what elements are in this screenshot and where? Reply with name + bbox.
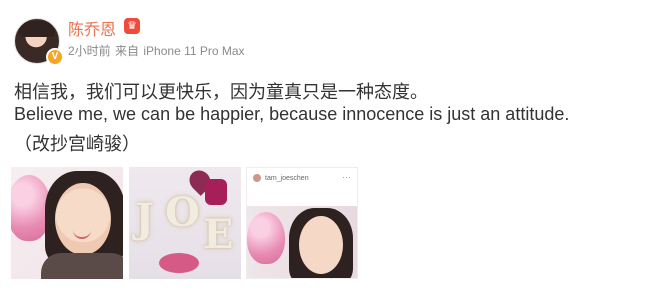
face [299, 216, 343, 274]
username-link[interactable]: 陈乔恩 [68, 16, 116, 40]
photo-woman-balloon[interactable] [11, 167, 123, 279]
insta-avatar [253, 174, 261, 182]
dress [41, 253, 123, 279]
avatar-hair [19, 21, 55, 37]
face [55, 183, 111, 255]
flamingo-float [159, 253, 199, 273]
marquee-letter-j: J [135, 195, 154, 242]
post-time[interactable]: 2小时前 [68, 44, 111, 58]
magenta-decoration [205, 179, 227, 205]
post-device[interactable]: iPhone 11 Pro Max [143, 44, 244, 58]
more-icon: ··· [342, 172, 351, 182]
photo-instagram-screenshot[interactable]: tam_joeschen ··· [246, 167, 358, 279]
post-meta: 2小时前 来自 iPhone 11 Pro Max [68, 42, 245, 59]
insta-post-header: tam_joeschen [253, 174, 309, 182]
verified-badge-icon: V [46, 48, 64, 66]
marquee-letter-e: E [203, 211, 234, 258]
marquee-letter-o: O [165, 189, 200, 236]
insta-post-image [247, 206, 357, 278]
post-text-credit: （改抄宫崎骏） [14, 134, 140, 154]
pink-balloon [247, 212, 285, 264]
insta-username: tam_joeschen [265, 174, 309, 182]
crown-icon[interactable]: ♛ [124, 18, 140, 34]
post-text-chinese: 相信我，我们可以更快乐，因为童真只是一种态度。 [14, 82, 428, 102]
post-text-english: Believe me, we can be happier, because i… [14, 104, 570, 124]
meta-from-label: 来自 [115, 44, 140, 58]
photo-joe-letters[interactable]: J O E [129, 167, 241, 279]
